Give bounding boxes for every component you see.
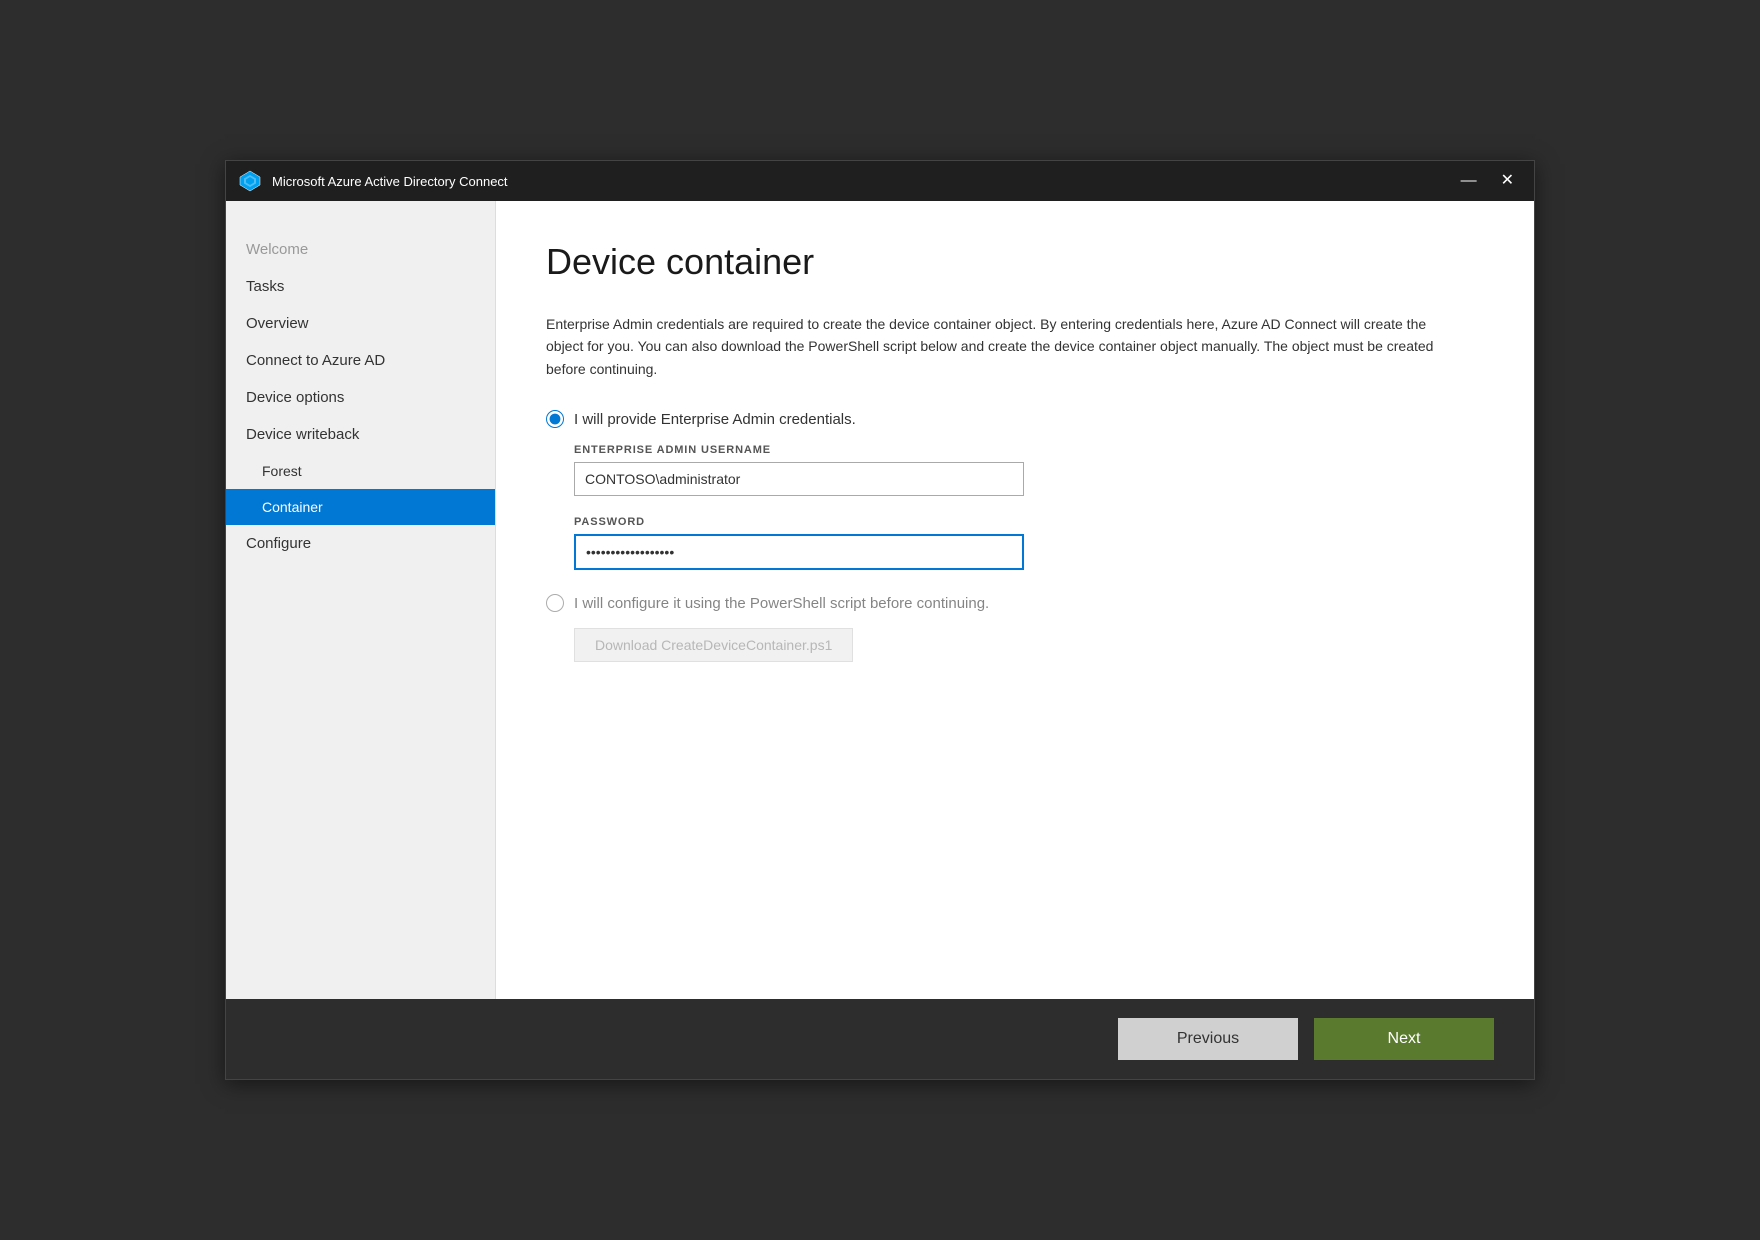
radio-row-powershell: I will configure it using the PowerShell… <box>546 594 1484 612</box>
sidebar-item-configure[interactable]: Configure <box>226 525 495 562</box>
window-controls: — ✕ <box>1453 171 1522 191</box>
content-area: Device container Enterprise Admin creden… <box>496 201 1534 999</box>
sidebar-item-container[interactable]: Container <box>226 489 495 525</box>
password-input[interactable] <box>574 534 1024 570</box>
radio-row-credentials: I will provide Enterprise Admin credenti… <box>546 410 1484 428</box>
radio-powershell-label[interactable]: I will configure it using the PowerShell… <box>574 595 989 612</box>
sidebar-item-connect-azure-ad[interactable]: Connect to Azure AD <box>226 342 495 379</box>
username-label: ENTERPRISE ADMIN USERNAME <box>574 444 1484 456</box>
sidebar-item-welcome[interactable]: Welcome <box>226 231 495 268</box>
main-content: Welcome Tasks Overview Connect to Azure … <box>226 201 1534 999</box>
password-field-group: PASSWORD <box>574 516 1484 570</box>
radio-section-credentials: I will provide Enterprise Admin credenti… <box>546 410 1484 570</box>
radio-powershell[interactable] <box>546 594 564 612</box>
close-button[interactable]: ✕ <box>1493 171 1522 191</box>
username-input[interactable] <box>574 462 1024 496</box>
minimize-button[interactable]: — <box>1453 171 1485 191</box>
username-field-group: ENTERPRISE ADMIN USERNAME <box>574 444 1484 496</box>
previous-button[interactable]: Previous <box>1118 1018 1298 1060</box>
radio-section-powershell: I will configure it using the PowerShell… <box>546 594 1484 662</box>
page-title: Device container <box>546 241 1484 283</box>
description-text: Enterprise Admin credentials are require… <box>546 313 1446 380</box>
sidebar-item-forest[interactable]: Forest <box>226 453 495 489</box>
window-title: Microsoft Azure Active Directory Connect <box>272 174 1453 189</box>
password-label: PASSWORD <box>574 516 1484 528</box>
download-script-button[interactable]: Download CreateDeviceContainer.ps1 <box>574 628 853 662</box>
sidebar-item-device-options[interactable]: Device options <box>226 379 495 416</box>
sidebar-item-tasks[interactable]: Tasks <box>226 268 495 305</box>
app-icon <box>238 169 262 193</box>
radio-credentials-label[interactable]: I will provide Enterprise Admin credenti… <box>574 411 856 428</box>
next-button[interactable]: Next <box>1314 1018 1494 1060</box>
title-bar: Microsoft Azure Active Directory Connect… <box>226 161 1534 201</box>
sidebar: Welcome Tasks Overview Connect to Azure … <box>226 201 496 999</box>
sidebar-item-device-writeback[interactable]: Device writeback <box>226 416 495 453</box>
footer-bar: Previous Next <box>226 999 1534 1079</box>
main-window: Microsoft Azure Active Directory Connect… <box>225 160 1535 1080</box>
sidebar-item-overview[interactable]: Overview <box>226 305 495 342</box>
radio-credentials[interactable] <box>546 410 564 428</box>
